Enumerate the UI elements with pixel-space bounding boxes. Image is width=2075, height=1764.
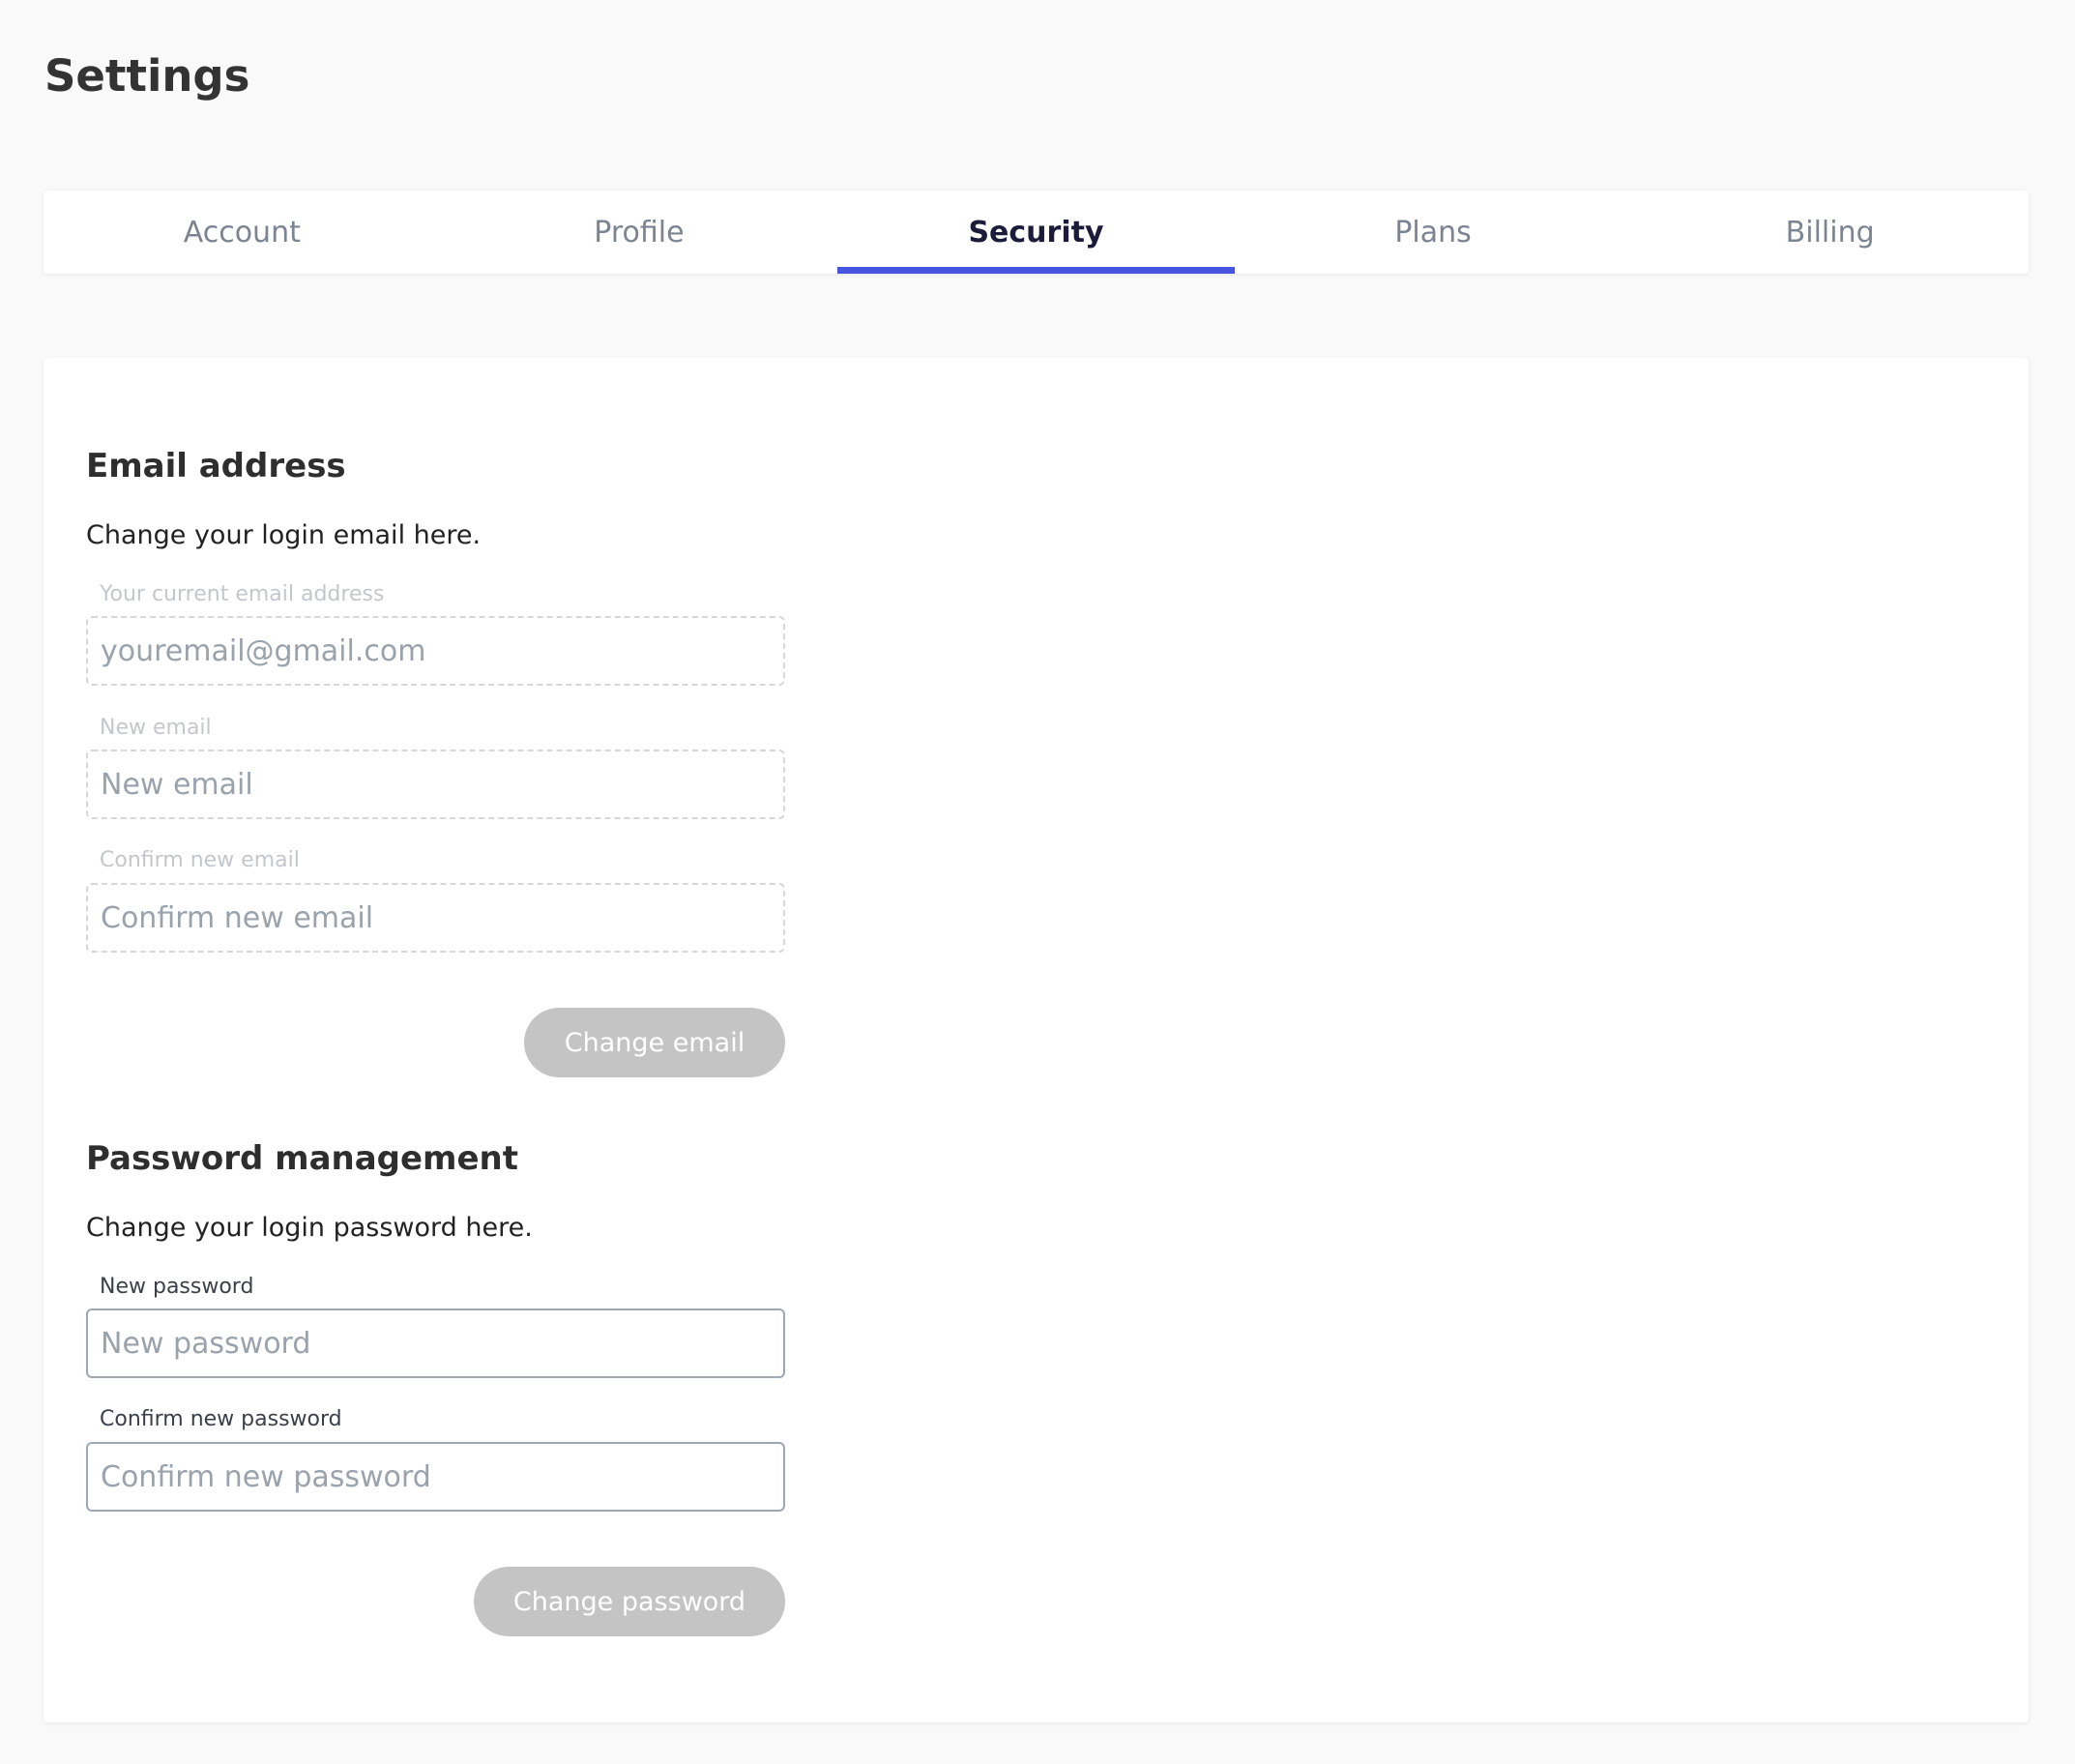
current-email-label: Your current email address: [100, 582, 385, 606]
new-password-field[interactable]: [86, 1308, 785, 1378]
email-section-description: Change your login email here.: [86, 520, 482, 550]
confirm-email-field[interactable]: [86, 883, 785, 953]
tab-plans[interactable]: Plans: [1235, 191, 1632, 274]
confirm-password-field[interactable]: [86, 1442, 785, 1512]
page-title: Settings: [44, 50, 250, 102]
password-section-heading: Password management: [86, 1139, 518, 1178]
new-password-label: New password: [100, 1275, 254, 1299]
tab-security[interactable]: Security: [837, 191, 1235, 274]
change-email-button[interactable]: Change email: [524, 1008, 785, 1077]
new-email-label: New email: [100, 716, 212, 740]
password-section-description: Change your login password here.: [86, 1213, 533, 1243]
confirm-password-label: Confirm new password: [100, 1407, 342, 1431]
change-password-button[interactable]: Change password: [474, 1567, 785, 1636]
tab-account[interactable]: Account: [44, 191, 441, 274]
tab-profile[interactable]: Profile: [441, 191, 838, 274]
settings-tab-bar: Account Profile Security Plans Billing: [44, 191, 2029, 274]
tab-billing[interactable]: Billing: [1631, 191, 2029, 274]
current-email-field: [86, 616, 785, 686]
email-section-heading: Email address: [86, 447, 346, 485]
security-settings-card: Email address Change your login email he…: [44, 358, 2029, 1722]
new-email-field[interactable]: [86, 750, 785, 819]
confirm-email-label: Confirm new email: [100, 848, 300, 872]
